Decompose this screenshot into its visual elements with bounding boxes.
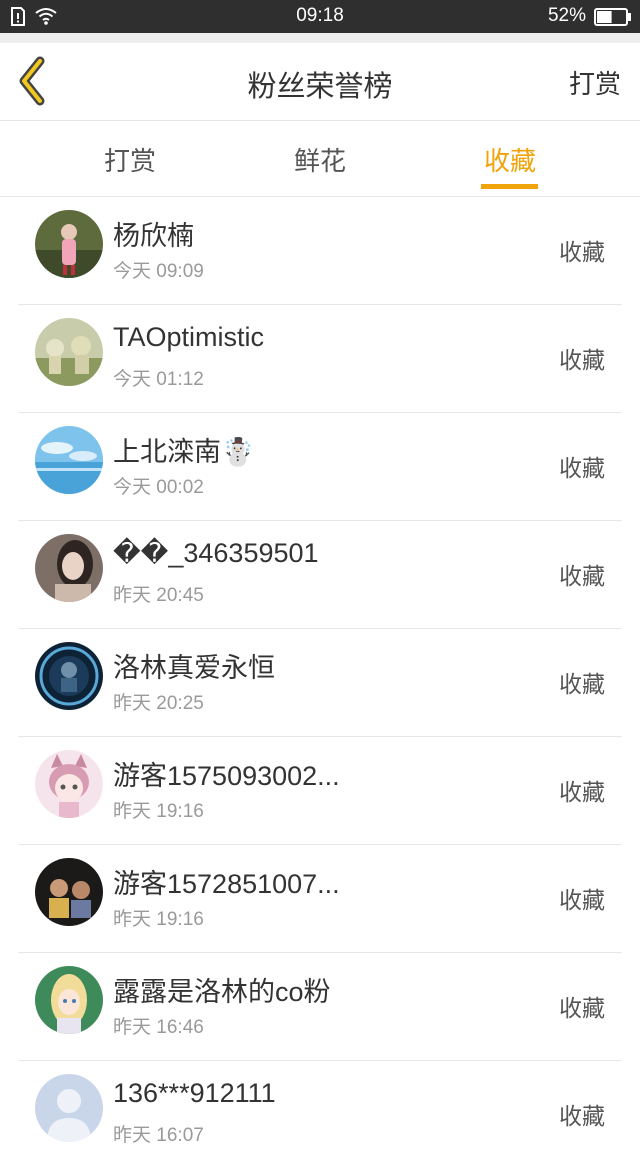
avatar [35,534,103,602]
fan-name: 露露是洛林的co粉 [113,977,331,1007]
list-item[interactable]: ��_346359501 昨天 20:45 收藏 [0,521,640,629]
battery-icon [594,8,631,26]
fan-name: ��_346359501 [113,538,319,568]
battery-percent: 52% [547,5,586,26]
active-tab-indicator [481,184,538,189]
fan-time: 昨天 20:45 [113,585,204,606]
fan-time: 今天 01:12 [113,369,204,390]
fan-name: TAOptimistic [113,322,265,352]
avatar [35,642,103,710]
action-label: 收藏 [559,240,605,266]
list-item[interactable]: TAOptimistic 今天 01:12 收藏 [0,305,640,413]
avatar [35,858,103,926]
list-item[interactable]: 136***912111 昨天 16:07 收藏 [0,1061,640,1169]
fan-name: 136***912111 [113,1078,276,1108]
fan-name: 杨欣楠 [113,221,194,251]
fan-time: 昨天 16:07 [113,1125,204,1146]
fan-name: 游客1572851007... [113,869,340,899]
header-gap [0,33,640,43]
action-label: 收藏 [559,996,605,1022]
status-time: 09:18 [296,5,344,26]
action-label: 收藏 [559,348,605,374]
list-item[interactable]: 露露是洛林的co粉 昨天 16:46 收藏 [0,953,640,1061]
fan-name: 洛林真爱永恒 [113,653,275,683]
list-item[interactable]: 洛林真爱永恒 昨天 20:25 收藏 [0,629,640,737]
fan-name: 游客1575093002... [113,761,340,791]
fan-time: 今天 00:02 [113,477,204,498]
reward-button[interactable]: 打赏 [569,64,621,101]
tab-bar: 打赏 鲜花 收藏 [0,121,640,197]
fan-time: 昨天 19:16 [113,909,204,930]
list-item[interactable]: 杨欣楠 今天 09:09 收藏 [0,197,640,305]
action-label: 收藏 [559,888,605,914]
list-item[interactable]: 上北滦南☃️ 今天 00:02 收藏 [0,413,640,521]
avatar [35,426,103,494]
fan-list: 杨欣楠 今天 09:09 收藏 TAOptimistic 今天 01:12 收藏… [0,197,640,1169]
tab-reward[interactable]: 打赏 [90,141,170,178]
action-label: 收藏 [559,1104,605,1130]
action-label: 收藏 [559,456,605,482]
fan-time: 昨天 19:16 [113,801,204,822]
list-item[interactable]: 游客1575093002... 昨天 19:16 收藏 [0,737,640,845]
fan-time: 昨天 16:46 [113,1017,204,1038]
avatar [35,318,103,386]
page-title: 粉丝荣誉榜 [247,69,393,103]
list-item[interactable]: 游客1572851007... 昨天 19:16 收藏 [0,845,640,953]
action-label: 收藏 [559,564,605,590]
tab-favorites[interactable]: 收藏 [470,141,550,178]
fan-name: 上北滦南☃️ [113,437,255,467]
avatar [35,966,103,1034]
avatar [35,210,103,278]
avatar [35,1074,103,1142]
tab-flowers[interactable]: 鲜花 [280,141,360,178]
avatar [35,750,103,818]
action-label: 收藏 [559,672,605,698]
status-bar: 09:18 52% [0,0,640,33]
nav-bar: 粉丝荣誉榜 打赏 [0,43,640,121]
fan-time: 昨天 20:25 [113,693,204,714]
action-label: 收藏 [559,780,605,806]
fan-time: 今天 09:09 [113,261,204,282]
